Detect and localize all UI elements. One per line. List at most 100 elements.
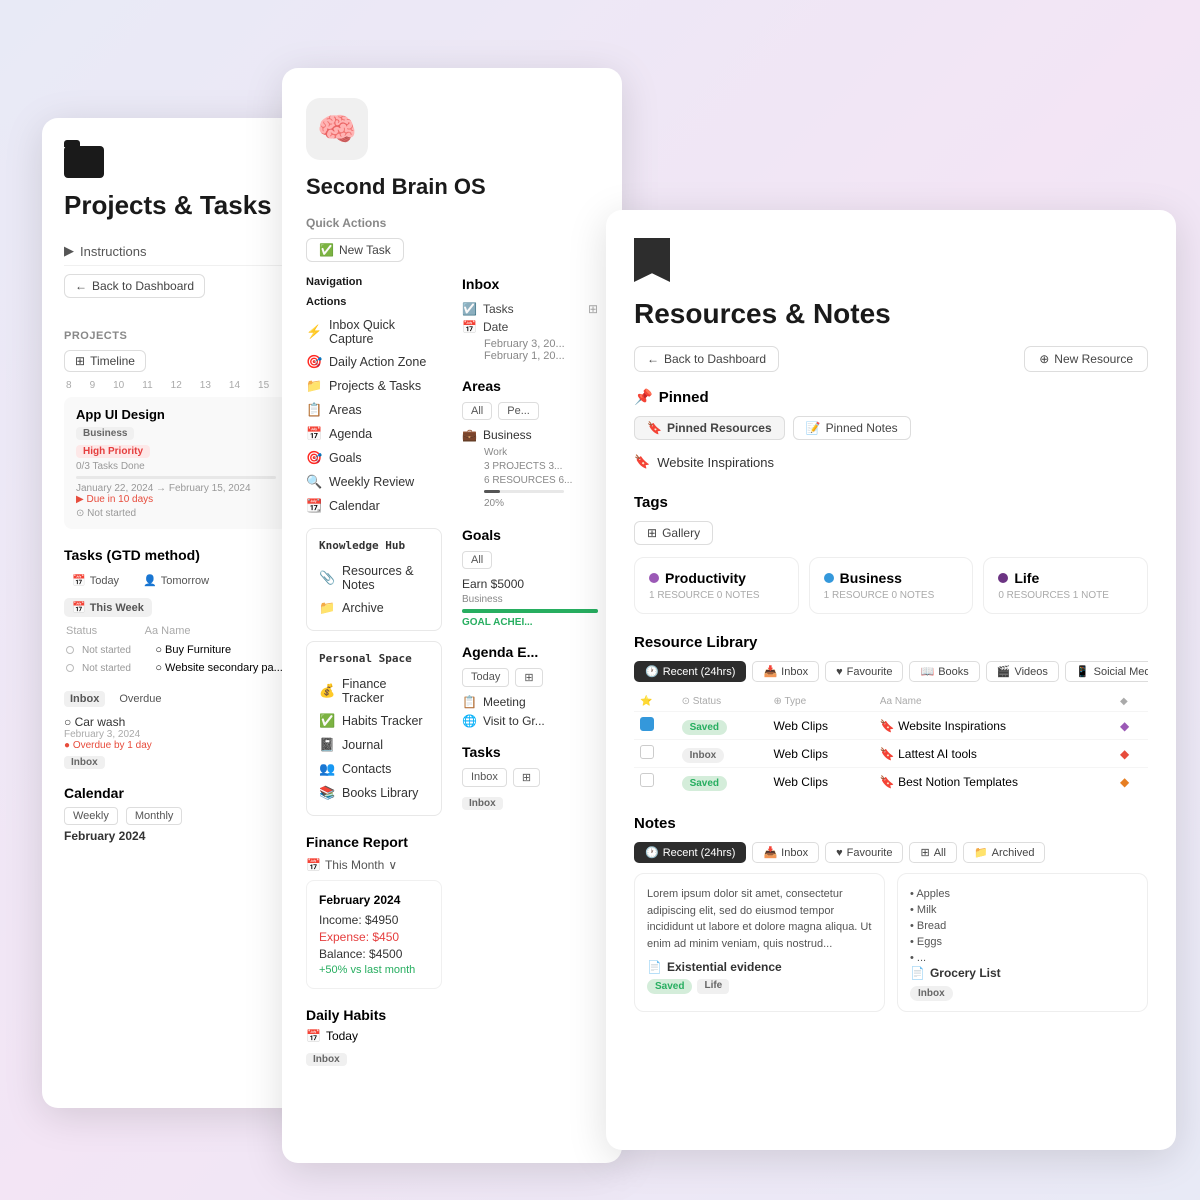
nav-projects-tasks[interactable]: 📁 Projects & Tasks xyxy=(306,374,442,398)
notes-recent-tab[interactable]: 🕐 Recent (24hrs) xyxy=(634,842,746,863)
back-to-dashboard-btn[interactable]: ← Back to Dashboard xyxy=(634,346,779,372)
row-checkbox[interactable] xyxy=(640,717,654,731)
nav-contacts[interactable]: 👥 Contacts xyxy=(319,757,429,781)
nav-books[interactable]: 📚 Books Library xyxy=(319,781,429,805)
instructions-row[interactable]: ▶ Instructions xyxy=(64,237,288,266)
goals-title: Goals xyxy=(462,527,598,543)
table-row: Not started ○ Buy Furniture xyxy=(64,641,288,659)
tasks-gtd-title: Tasks (GTD method) xyxy=(64,547,288,563)
inbox-col-title: Inbox xyxy=(462,276,598,292)
rl-tab-recent[interactable]: 🕐 Recent (24hrs) xyxy=(634,661,746,682)
link-icon: 📎 xyxy=(319,570,335,586)
col-name: Aa Name xyxy=(874,692,1114,712)
note-page-icon2: 📄 xyxy=(910,966,925,980)
resource-name: Best Notion Templates xyxy=(898,775,1018,789)
rl-tab-books[interactable]: 📖 Books xyxy=(909,661,979,682)
note-status: Inbox xyxy=(910,986,953,1001)
finance-report-title: Finance Report xyxy=(306,834,442,850)
due-status: ▶ Due in 10 days xyxy=(76,494,276,505)
clock-icon2: 🕐 xyxy=(645,846,659,859)
rl-tab-social[interactable]: 📱 Soicial Media xyxy=(1065,661,1148,682)
agenda-grid-tab[interactable]: ⊞ xyxy=(515,668,542,687)
overdue-label: ● Overdue by 1 day xyxy=(64,740,288,751)
row-checkbox[interactable] xyxy=(640,745,654,759)
tag-stats: 1 RESOURCE 0 NOTES xyxy=(649,590,784,601)
areas-pe-tab[interactable]: Pe... xyxy=(498,402,539,420)
tab-this-week[interactable]: 📅 This Week xyxy=(64,598,152,617)
agenda-today-tab[interactable]: Today xyxy=(462,668,509,687)
tasks-grid-tab[interactable]: ⊞ xyxy=(513,768,540,787)
pinned-notes-tab[interactable]: 📝 Pinned Notes xyxy=(793,416,911,440)
notes-fav-tab[interactable]: ♥ Favourite xyxy=(825,842,903,863)
tags-grid: Productivity 1 RESOURCE 0 NOTES Business… xyxy=(634,557,1148,614)
archive-icon: 📁 xyxy=(319,600,335,616)
actions-label: Actions xyxy=(306,296,442,308)
gallery-tab[interactable]: ⊞ Gallery xyxy=(634,521,713,545)
areas-all-tab[interactable]: All xyxy=(462,402,492,420)
resource-library-title: Resource Library xyxy=(634,634,1148,651)
journal-icon: 📓 xyxy=(319,737,335,753)
notes-archived-tab[interactable]: 📁 Archived xyxy=(963,842,1046,863)
table-row: Saved Web Clips 🔖 Website Inspirations ◆ xyxy=(634,712,1148,740)
books-icon: 📚 xyxy=(319,785,335,801)
tab-tomorrow[interactable]: 👤 Tomorrow xyxy=(135,571,217,590)
note-status: Saved xyxy=(647,979,692,994)
inbox-col: Inbox ☑️ Tasks ⊞ 📅 Date February 3, 20..… xyxy=(462,276,598,362)
nav-journal[interactable]: 📓 Journal xyxy=(319,733,429,757)
bookmark-item-icon: 🔖 xyxy=(634,454,650,470)
resource-name: Website Inspirations xyxy=(898,719,1006,733)
tab-today[interactable]: 📅 Today xyxy=(64,571,127,590)
left-panel-title: Projects & Tasks xyxy=(64,190,288,221)
inbox-icon2: 📥 xyxy=(763,665,777,678)
list-item: Milk xyxy=(910,902,1135,918)
rl-tab-inbox[interactable]: 📥 Inbox xyxy=(752,661,819,682)
tag-stats: 1 RESOURCE 0 NOTES xyxy=(824,590,959,601)
overdue-tab[interactable]: Overdue xyxy=(113,691,167,707)
back-to-dashboard-btn[interactable]: ← Back to Dashboard xyxy=(64,274,205,298)
nav-archive[interactable]: 📁 Archive xyxy=(319,596,429,620)
nav-habits[interactable]: ✅ Habits Tracker xyxy=(319,709,429,733)
pinned-resources-tab[interactable]: 🔖 Pinned Resources xyxy=(634,416,785,440)
new-task-btn[interactable]: ✅ New Task xyxy=(306,238,404,262)
nav-daily-action[interactable]: 🎯 Daily Action Zone xyxy=(306,350,442,374)
tasks-table: Status Aa Name Not started ○ Buy Furnitu… xyxy=(64,625,288,677)
rl-tab-videos[interactable]: 🎬 Videos xyxy=(986,661,1059,682)
weekly-tab[interactable]: Weekly xyxy=(64,807,118,825)
cal-tabs: Weekly Monthly xyxy=(64,807,288,825)
nav-inbox-capture[interactable]: ⚡ Inbox Quick Capture xyxy=(306,314,442,350)
areas-tabs: All Pe... xyxy=(462,402,598,420)
tasks-right-title: Tasks xyxy=(462,744,598,760)
globe-icon: 🌐 xyxy=(462,714,477,728)
notes-inbox-tab[interactable]: 📥 Inbox xyxy=(752,842,819,863)
nav-calendar[interactable]: 📆 Calendar xyxy=(306,494,442,518)
business-tag: Business xyxy=(76,427,134,440)
rl-tab-favourite[interactable]: ♥ Favourite xyxy=(825,661,903,682)
tasks-inbox-tab[interactable]: Inbox xyxy=(462,768,507,787)
progress-bar xyxy=(76,476,276,479)
resource-icon: 🔖 xyxy=(880,747,895,761)
nav-areas[interactable]: 📋 Areas xyxy=(306,398,442,422)
new-resource-btn[interactable]: ⊕ New Resource xyxy=(1024,346,1148,372)
person-icon: 👤 xyxy=(143,574,157,587)
cal-month: February 2024 xyxy=(64,829,288,843)
inbox-tab[interactable]: Inbox xyxy=(64,691,105,707)
gallery-icon: ⊞ xyxy=(647,526,657,540)
nav-goals[interactable]: 🎯 Goals xyxy=(306,446,442,470)
monthly-tab[interactable]: Monthly xyxy=(126,807,183,825)
nav-resources-notes[interactable]: 📎 Resources & Notes xyxy=(319,560,429,596)
timeline-btn[interactable]: ⊞ Timeline xyxy=(64,350,146,372)
type-label: Web Clips xyxy=(774,719,828,733)
this-month-label[interactable]: 📅 This Month ∨ xyxy=(306,858,442,872)
pinned-tabs: 🔖 Pinned Resources 📝 Pinned Notes xyxy=(634,416,1148,440)
finance-card: February 2024 Income: $4950 Expense: $45… xyxy=(306,880,442,989)
nav-weekly-review[interactable]: 🔍 Weekly Review xyxy=(306,470,442,494)
goal-sub: Business xyxy=(462,594,598,605)
grid-icon2: ⊞ xyxy=(588,302,598,316)
nav-finance[interactable]: 💰 Finance Tracker xyxy=(319,673,429,709)
inbox-item-date: February 3, 2024 xyxy=(64,729,288,740)
arrow-left-icon: ← xyxy=(647,352,659,366)
row-checkbox[interactable] xyxy=(640,773,654,787)
nav-agenda[interactable]: 📅 Agenda xyxy=(306,422,442,446)
goals-all-tab[interactable]: All xyxy=(462,551,492,569)
notes-all-tab[interactable]: ⊞ All xyxy=(909,842,956,863)
